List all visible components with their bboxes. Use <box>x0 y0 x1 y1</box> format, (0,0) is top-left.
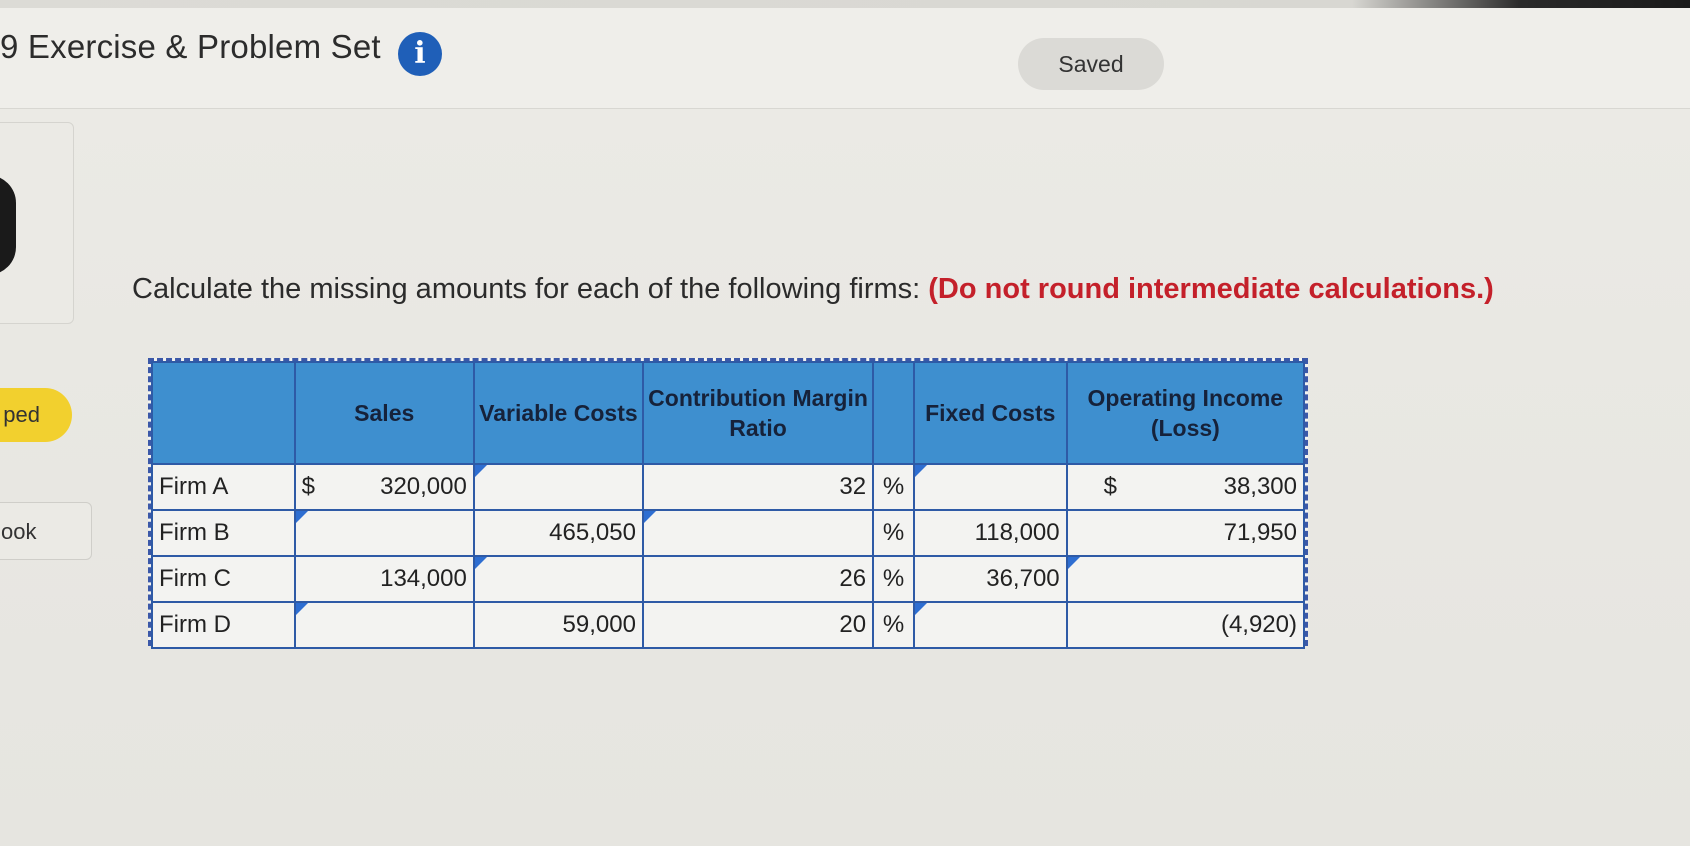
cm-ratio-input[interactable] <box>641 509 875 557</box>
percent-sign: % <box>872 463 915 511</box>
saved-status-badge: Saved <box>1018 38 1164 90</box>
instruction-note: (Do not round intermediate calculations.… <box>928 273 1494 305</box>
header-cm-ratio: Contribution Margin Ratio <box>641 361 875 465</box>
operating-income-input[interactable] <box>1065 555 1306 603</box>
firm-label: Firm D <box>151 601 296 649</box>
table-row: Firm D 59,000 20 % (4,920) <box>151 601 1306 649</box>
operating-income-value: (4,920) <box>1065 601 1306 649</box>
currency-symbol: $ <box>1103 473 1117 500</box>
firm-label: Firm C <box>151 555 296 603</box>
cm-ratio-value: 20 <box>641 601 875 649</box>
variable-costs-input[interactable] <box>472 555 644 603</box>
operating-income-cell: $38,300 <box>1065 463 1306 511</box>
firm-label: Firm B <box>151 509 296 557</box>
percent-sign: % <box>872 555 915 603</box>
table-row: Firm A $320,000 32 % $38,300 <box>151 463 1306 511</box>
header-sales: Sales <box>293 361 475 465</box>
percent-sign: % <box>872 601 915 649</box>
header-percent-spacer <box>872 361 915 465</box>
skipped-badge-label: ped <box>3 402 40 427</box>
percent-sign: % <box>872 509 915 557</box>
operating-income-value: 38,300 <box>1223 473 1297 500</box>
firm-label: Firm A <box>151 463 296 511</box>
sales-value: 134,000 <box>293 555 475 603</box>
header-operating-income: Operating Income (Loss) <box>1065 361 1306 465</box>
header-fixed-costs: Fixed Costs <box>912 361 1068 465</box>
problem-table-container: Sales Variable Costs Contribution Margin… <box>148 358 1308 649</box>
operating-income-value: 71,950 <box>1065 509 1306 557</box>
table-header-row: Sales Variable Costs Contribution Margin… <box>151 361 1306 465</box>
info-icon[interactable]: i <box>398 32 442 76</box>
instruction-text: Calculate the missing amounts for each o… <box>132 273 1494 306</box>
variable-costs-value: 465,050 <box>472 509 644 557</box>
variable-costs-value: 59,000 <box>472 601 644 649</box>
fixed-costs-input[interactable] <box>912 601 1068 649</box>
fixed-costs-value: 118,000 <box>912 509 1068 557</box>
table-row: Firm C 134,000 26 % 36,700 <box>151 555 1306 603</box>
sales-input[interactable] <box>293 509 475 557</box>
cm-ratio-value: 26 <box>641 555 875 603</box>
header-firm <box>151 361 296 465</box>
fixed-costs-value: 36,700 <box>912 555 1068 603</box>
table-row: Firm B 465,050 % 118,000 71,950 <box>151 509 1306 557</box>
header-variable-costs: Variable Costs <box>472 361 644 465</box>
problem-table: Sales Variable Costs Contribution Margin… <box>151 361 1306 649</box>
skipped-badge[interactable]: ped <box>0 388 72 442</box>
top-strip <box>0 0 1690 8</box>
fixed-costs-input[interactable] <box>912 463 1068 511</box>
currency-symbol: $ <box>301 473 315 500</box>
header-bar: 9 Exercise & Problem Set i Saved <box>0 8 1690 109</box>
sales-value: 320,000 <box>380 473 467 500</box>
sales-cell: $320,000 <box>293 463 475 511</box>
page-title: 9 Exercise & Problem Set <box>0 28 381 65</box>
variable-costs-input[interactable] <box>472 463 644 511</box>
cm-ratio-value: 32 <box>641 463 875 511</box>
ebook-button[interactable]: ook <box>0 502 92 560</box>
ebook-button-label: ook <box>1 519 37 544</box>
sales-input[interactable] <box>293 601 475 649</box>
instruction-main: Calculate the missing amounts for each o… <box>132 273 921 305</box>
